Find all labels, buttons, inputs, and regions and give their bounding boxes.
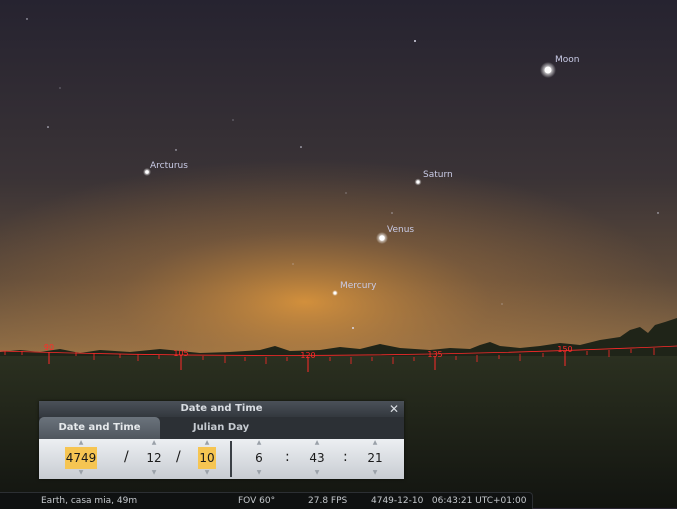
year-value[interactable]: 4749 [64,447,98,469]
dialog-titlebar[interactable]: Date and Time ✕ [39,401,404,417]
minute-up-arrow-icon[interactable]: ▲ [302,439,332,447]
azimuth-label-135: 135 [427,350,443,359]
mercury-label: Mercury [340,281,377,291]
year-down-arrow-icon[interactable]: ▼ [61,469,101,477]
datetime-text: 4749-12-10 06:43:21 UTC+01:00 [371,496,527,506]
day-value[interactable]: 10 [198,447,216,469]
azimuth-label-120: 120 [300,351,316,360]
mercury-planet[interactable] [332,290,338,296]
azimuth-label-150: 150 [557,345,573,354]
minute-spinbox[interactable]: ▲ 43 ▼ [302,439,332,479]
saturn-label: Saturn [423,170,453,180]
azimuth-label-90: 90 [43,343,55,352]
month-up-arrow-icon[interactable]: ▲ [139,439,169,447]
fov-text: FOV 60° [238,496,276,506]
second-spinbox[interactable]: ▲ 21 ▼ [360,439,390,479]
date-time-dialog: Date and Time ✕ Date and Time Julian Day… [39,401,404,479]
tab-date-and-time[interactable]: Date and Time [39,417,160,439]
fps-text: 27.8 FPS [308,496,348,506]
minute-value[interactable]: 43 [308,447,325,469]
saturn-planet[interactable] [414,178,422,186]
month-spinbox[interactable]: ▲ 12 ▼ [139,439,169,479]
day-up-arrow-icon[interactable]: ▲ [192,439,222,447]
second-up-arrow-icon[interactable]: ▲ [360,439,390,447]
hour-down-arrow-icon[interactable]: ▼ [244,469,274,477]
date-separator: / [176,449,181,465]
tab-julian-day[interactable]: Julian Day [160,417,282,439]
month-down-arrow-icon[interactable]: ▼ [139,469,169,477]
day-down-arrow-icon[interactable]: ▼ [192,469,222,477]
arcturus-label: Arcturus [150,161,188,171]
location-text: Earth, casa mia, 49m [41,496,138,506]
azimuth-label-105: 105 [173,349,189,358]
minute-down-arrow-icon[interactable]: ▼ [302,469,332,477]
hour-up-arrow-icon[interactable]: ▲ [244,439,274,447]
venus-label: Venus [387,225,415,235]
year-up-arrow-icon[interactable]: ▲ [61,439,101,447]
status-bar: Earth, casa mia, 49m FOV 60° 27.8 FPS 47… [0,492,533,509]
month-value[interactable]: 12 [145,447,162,469]
date-time-fields: ▲ 4749 ▼ / ▲ 12 ▼ / ▲ 10 ▼ ▲ 6 ▼ : ▲ 43 … [39,439,404,479]
moon[interactable] [540,62,556,78]
time-separator: : [343,449,348,465]
fields-divider [230,441,232,477]
close-icon[interactable]: ✕ [388,402,400,416]
time-separator: : [285,449,290,465]
moon-label: Moon [555,55,580,65]
dialog-title: Date and Time [180,403,263,414]
second-down-arrow-icon[interactable]: ▼ [360,469,390,477]
hour-value[interactable]: 6 [254,447,264,469]
year-spinbox[interactable]: ▲ 4749 ▼ [61,439,101,479]
hour-spinbox[interactable]: ▲ 6 ▼ [244,439,274,479]
day-spinbox[interactable]: ▲ 10 ▼ [192,439,222,479]
second-value[interactable]: 21 [366,447,383,469]
dialog-tabs: Date and Time Julian Day [39,417,404,439]
date-separator: / [124,449,129,465]
